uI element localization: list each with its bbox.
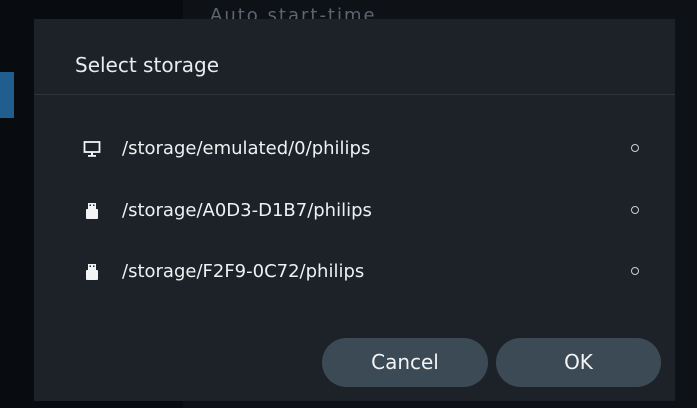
radio-button[interactable]: [631, 144, 639, 152]
dialog-header: Select storage: [34, 19, 675, 95]
cancel-button[interactable]: Cancel: [322, 338, 488, 387]
storage-option-label: /storage/F2F9-0C72/philips: [122, 261, 365, 282]
radio-button[interactable]: [631, 267, 639, 275]
radio-button[interactable]: [631, 206, 639, 214]
storage-option-label: /storage/A0D3-D1B7/philips: [122, 200, 372, 221]
usb-drive-icon: [86, 264, 98, 280]
select-storage-dialog: Select storage /storage/emulated/0/phili…: [34, 19, 675, 401]
background-selected-item-accent: [0, 72, 14, 118]
storage-option-usb-2[interactable]: /storage/F2F9-0C72/philips: [34, 252, 675, 292]
storage-option-usb-1[interactable]: /storage/A0D3-D1B7/philips: [34, 191, 675, 231]
storage-option-internal[interactable]: /storage/emulated/0/philips: [34, 129, 675, 169]
storage-option-label: /storage/emulated/0/philips: [122, 138, 371, 159]
ok-button[interactable]: OK: [496, 338, 661, 387]
dialog-title: Select storage: [75, 53, 220, 77]
monitor-icon: [83, 141, 101, 157]
usb-drive-icon: [86, 203, 98, 219]
